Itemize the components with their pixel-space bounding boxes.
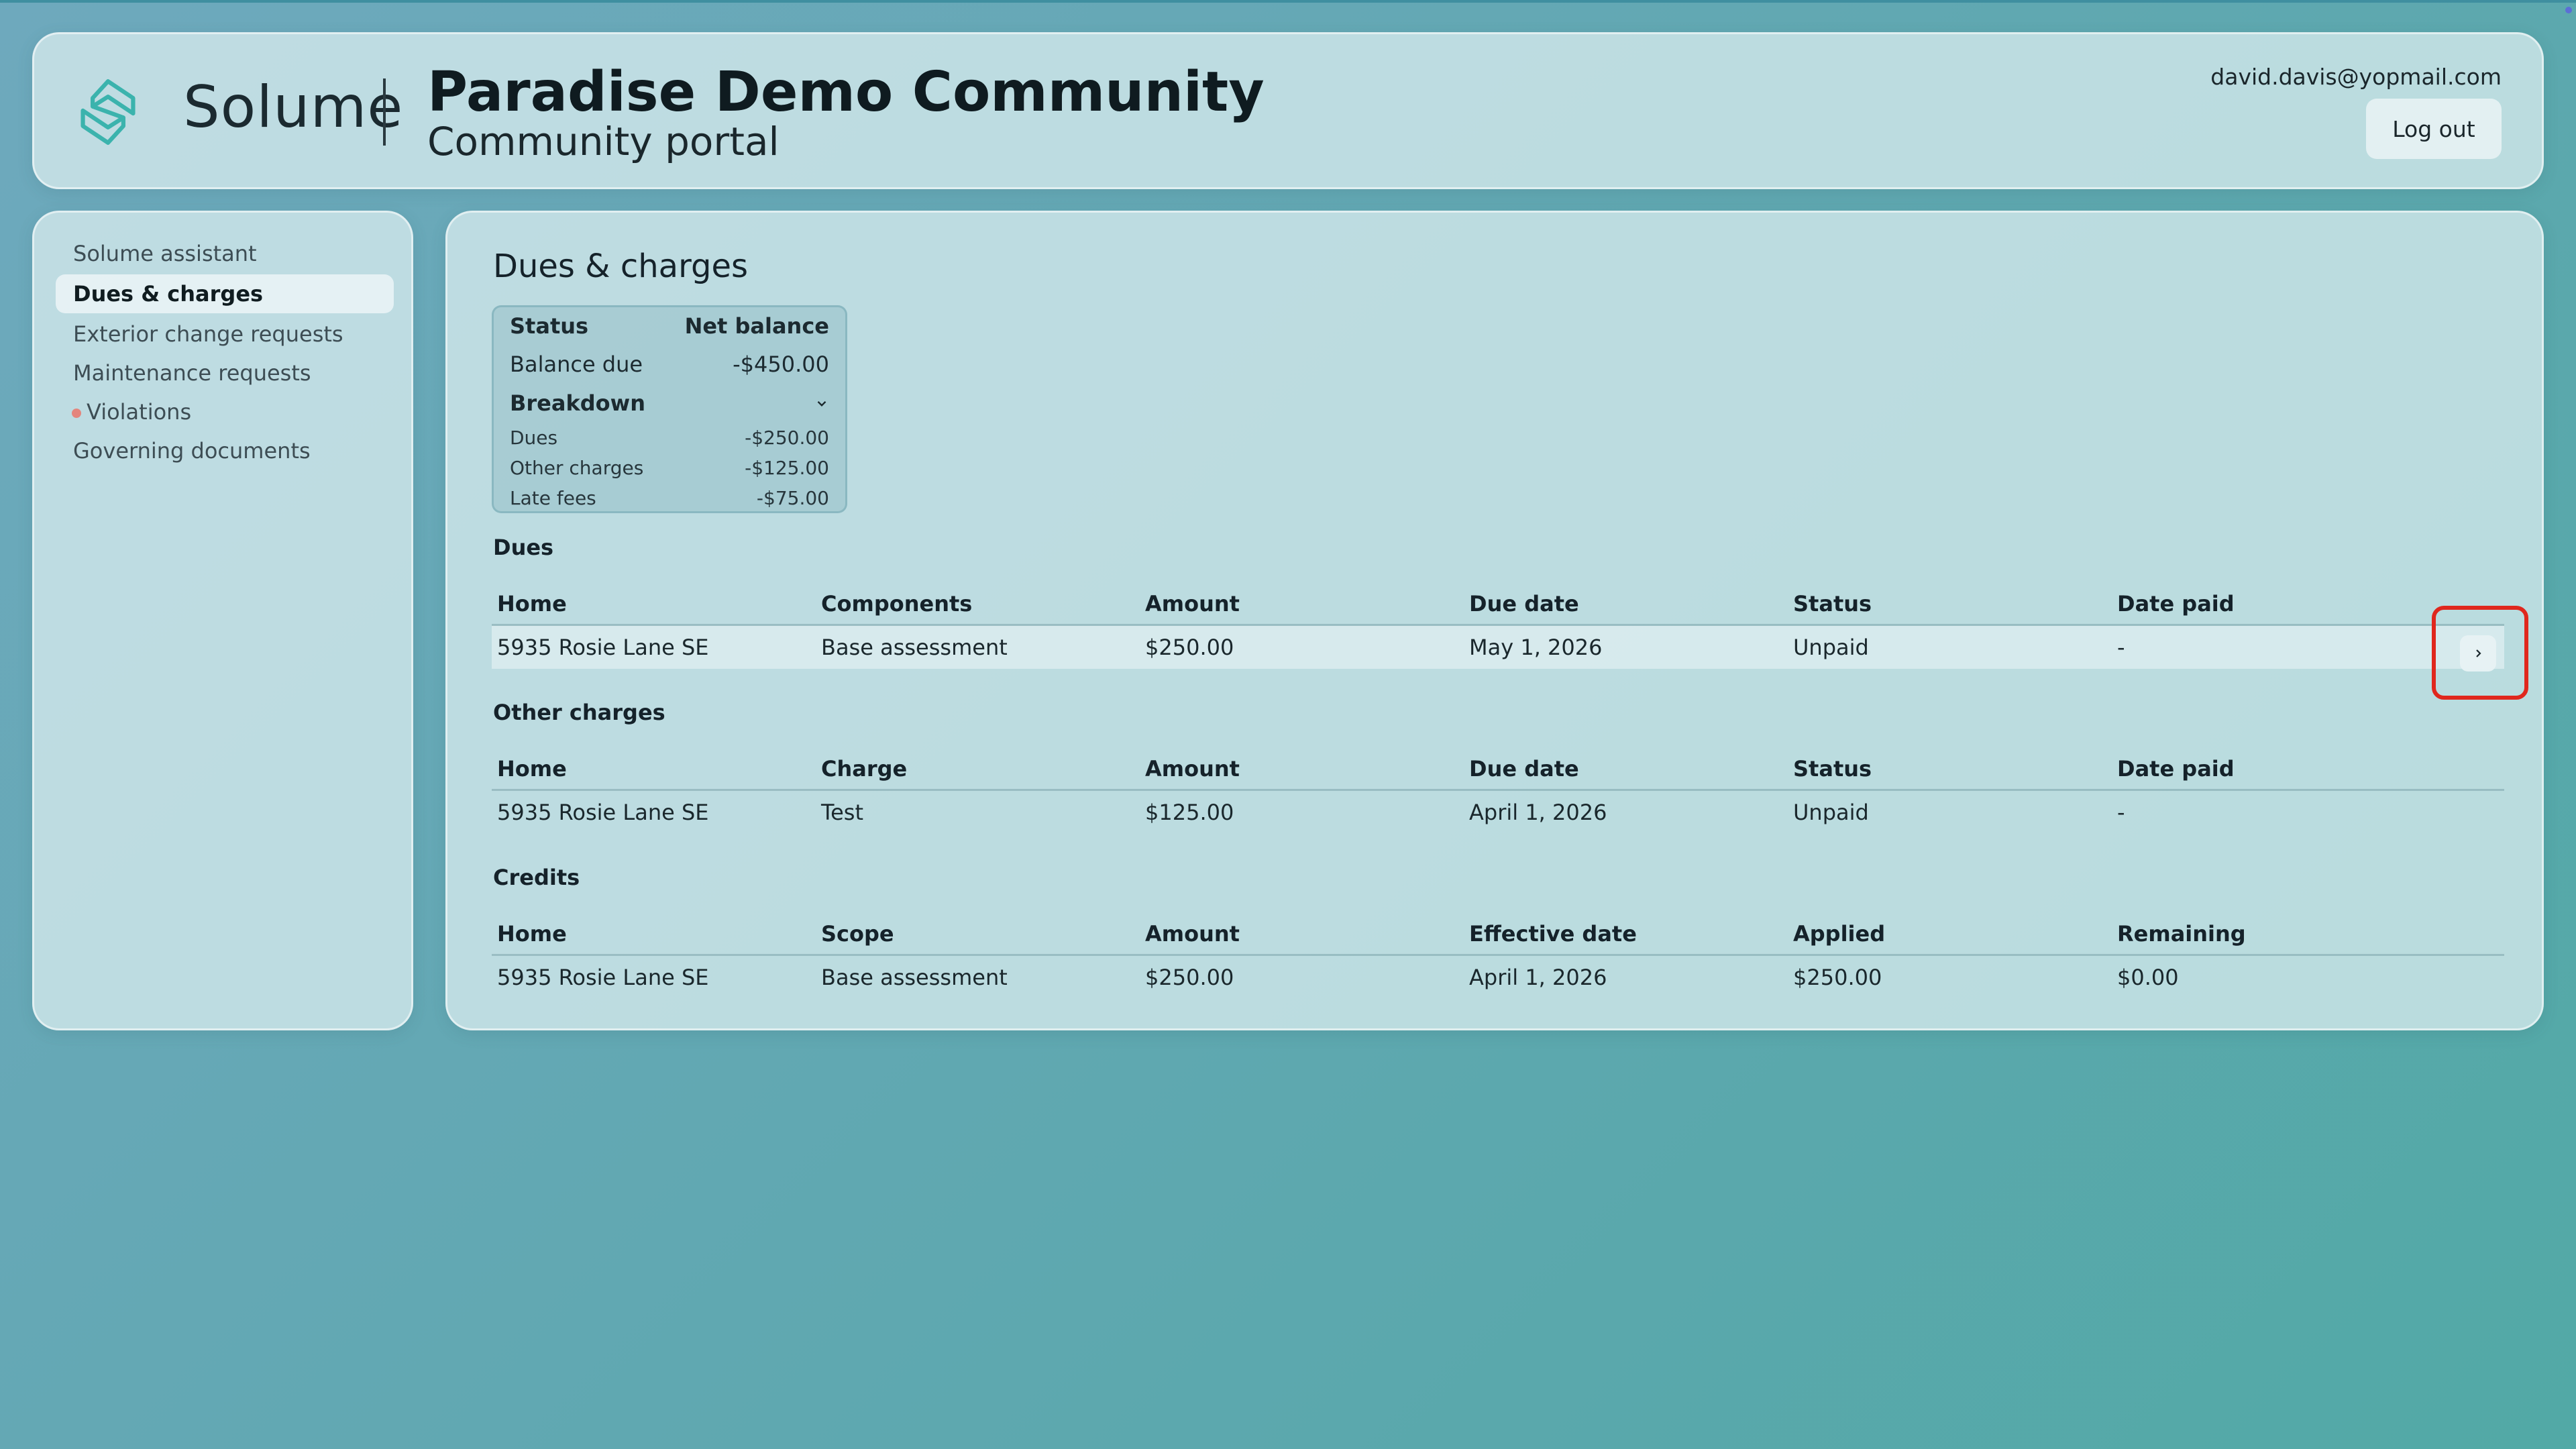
sidebar-item-label: Dues & charges [73,281,264,307]
balance-due-label: Balance due [510,352,643,377]
column-header: Scope [821,920,894,947]
chevron-down-icon [817,400,826,407]
status-label: Status [510,313,589,339]
table-cell: 5935 Rosie Lane SE [497,800,709,825]
table-cell: $125.00 [1145,800,1234,825]
portal-subtitle: Community portal [427,119,780,164]
table-cell: May 1, 2026 [1469,635,1603,660]
table-cell: $250.00 [1145,965,1234,990]
balance-header-row: Status Net balance [510,307,829,345]
column-header: Date paid [2117,755,2235,782]
column-header: Status [1793,755,1872,782]
table-cell: Base assessment [821,965,1008,990]
column-header: Home [497,920,567,947]
header-panel: Solume Paradise Demo Community Community… [32,32,2544,189]
sidebar-item-label: Exterior change requests [73,321,343,347]
table-cell: $0.00 [2117,965,2179,990]
corner-indicator-dot [2565,7,2572,13]
column-header: Status [1793,590,1872,616]
column-header: Effective date [1469,920,1637,947]
sidebar-item-label: Solume assistant [73,241,257,266]
header-divider [383,78,386,146]
logout-button[interactable]: Log out [2366,99,2502,159]
balance-summary-card: Status Net balance Balance due -$450.00 … [492,305,847,513]
column-header: Due date [1469,590,1579,616]
table-cell: April 1, 2026 [1469,800,1607,825]
credits-section-title: Credits [493,865,580,890]
table-cell: - [2117,800,2125,825]
breakdown-item-label: Late fees [510,487,596,509]
column-header: Applied [1793,920,1886,947]
table-cell: Base assessment [821,635,1008,660]
user-email: david.davis@yopmail.com [2210,64,2502,90]
column-header: Date paid [2117,590,2235,616]
sidebar-nav: Solume assistant Dues & charges Exterior… [32,211,413,1030]
column-header: Amount [1145,920,1240,947]
table-cell: 5935 Rosie Lane SE [497,635,709,660]
sidebar-item-governing-documents[interactable]: Governing documents [56,431,394,470]
table-cell: 5935 Rosie Lane SE [497,965,709,990]
breakdown-toggle[interactable]: Breakdown [510,384,829,423]
table-row: 5935 Rosie Lane SE Base assessment $250.… [492,956,2504,999]
table-row[interactable]: 5935 Rosie Lane SE Test $125.00 April 1,… [492,791,2504,834]
table-cell: Unpaid [1793,635,1869,660]
breakdown-item-value: -$75.00 [756,487,829,509]
column-header: Home [497,755,567,782]
breakdown-item-label: Other charges [510,457,644,479]
column-header: Amount [1145,755,1240,782]
dues-section-title: Dues [493,535,554,560]
sidebar-item-exterior-change-requests[interactable]: Exterior change requests [56,315,394,354]
other-charges-table-header: Home Charge Amount Due date Status Date … [492,748,2504,791]
table-cell: $250.00 [1793,965,1882,990]
column-header: Charge [821,755,908,782]
breakdown-dues-row: Dues -$250.00 [510,423,829,453]
sidebar-item-dues-charges[interactable]: Dues & charges [56,274,394,313]
breakdown-other-charges-row: Other charges -$125.00 [510,453,829,483]
table-cell: April 1, 2026 [1469,965,1607,990]
community-title: Paradise Demo Community [427,60,1265,124]
credits-table: Home Scope Amount Effective date Applied… [492,913,2504,999]
sidebar-item-label: Governing documents [73,438,311,464]
sidebar-item-label: Violations [87,399,192,425]
alert-dot-icon [72,409,81,418]
breakdown-label: Breakdown [510,390,645,416]
page-title: Dues & charges [493,248,748,285]
solume-logo-icon [80,79,136,145]
credits-table-header: Home Scope Amount Effective date Applied… [492,913,2504,956]
other-charges-section-title: Other charges [493,700,665,725]
breakdown-item-value: -$250.00 [745,427,829,449]
table-cell: Test [821,800,864,825]
table-cell: - [2117,635,2125,660]
sidebar-item-solume-assistant[interactable]: Solume assistant [56,234,394,273]
dues-table: Home Components Amount Due date Status D… [492,583,2504,669]
balance-due-value: -$450.00 [733,352,829,377]
table-cell: Unpaid [1793,800,1869,825]
column-header: Amount [1145,590,1240,616]
breakdown-late-fees-row: Late fees -$75.00 [510,483,829,513]
column-header: Remaining [2117,920,2246,947]
other-charges-table: Home Charge Amount Due date Status Date … [492,748,2504,834]
highlight-annotation-box [2432,606,2528,700]
net-balance-label: Net balance [684,313,829,339]
breakdown-item-label: Dues [510,427,558,449]
breakdown-item-value: -$125.00 [745,457,829,479]
sidebar-item-maintenance-requests[interactable]: Maintenance requests [56,354,394,392]
column-header: Home [497,590,567,616]
balance-due-row: Balance due -$450.00 [510,345,829,384]
table-row[interactable]: 5935 Rosie Lane SE Base assessment $250.… [492,626,2504,669]
sidebar-item-violations[interactable]: Violations [56,392,394,431]
column-header: Due date [1469,755,1579,782]
brand-name: Solume [183,74,404,141]
sidebar-item-label: Maintenance requests [73,360,311,386]
column-header: Components [821,590,973,616]
dues-table-header: Home Components Amount Due date Status D… [492,583,2504,626]
table-cell: $250.00 [1145,635,1234,660]
window-top-strip [0,0,2576,3]
main-content-panel: Dues & charges Status Net balance Balanc… [445,211,2544,1030]
